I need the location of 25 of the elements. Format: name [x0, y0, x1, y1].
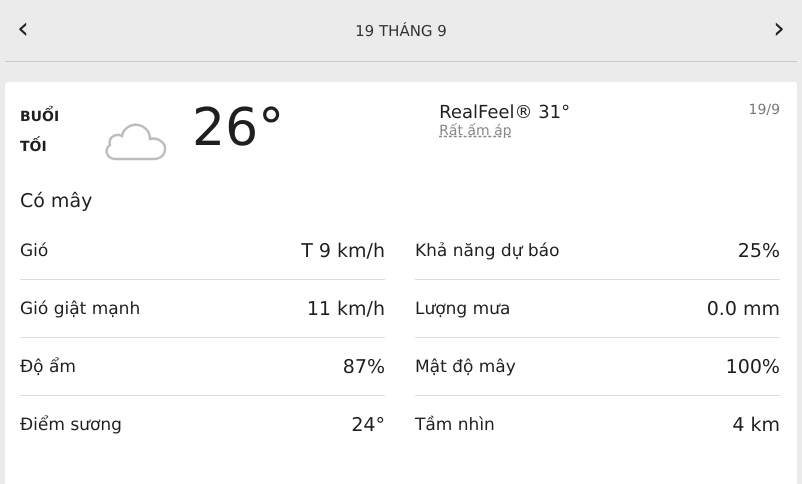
detail-label: Điểm sương — [20, 414, 122, 434]
period-label: BUỔI TỐI — [20, 102, 80, 162]
temperature: 26° — [192, 98, 284, 158]
detail-label: Tầm nhìn — [415, 414, 495, 434]
detail-value: 24° — [351, 414, 385, 436]
detail-value: 25% — [738, 240, 780, 262]
detail-label: Gió giật mạnh — [20, 298, 140, 318]
detail-label: Độ ẩm — [20, 356, 76, 376]
realfeel-temperature: RealFeel® 31° — [439, 102, 570, 123]
detail-label: Gió — [20, 240, 48, 260]
condition-text: Có mây — [20, 190, 94, 212]
detail-label: Khả năng dự báo — [415, 240, 560, 260]
date-title: 19 THÁNG 9 — [355, 22, 447, 40]
next-button[interactable]: › — [761, 14, 797, 48]
detail-value: 87% — [342, 356, 385, 378]
realfeel-phrase[interactable]: Rất ấm áp — [439, 123, 570, 139]
detail-label: Lượng mưa — [415, 298, 510, 318]
detail-label: Mật độ mây — [415, 356, 516, 376]
date-label: 19/9 — [748, 102, 780, 118]
detail-value: 100% — [726, 356, 780, 378]
detail-value: 11 km/h — [306, 298, 385, 320]
previous-button[interactable]: ‹ — [5, 14, 41, 48]
detail-value: 4 km — [732, 414, 780, 436]
detail-value: 0.0 mm — [706, 298, 780, 320]
detail-value: T 9 km/h — [301, 240, 385, 262]
